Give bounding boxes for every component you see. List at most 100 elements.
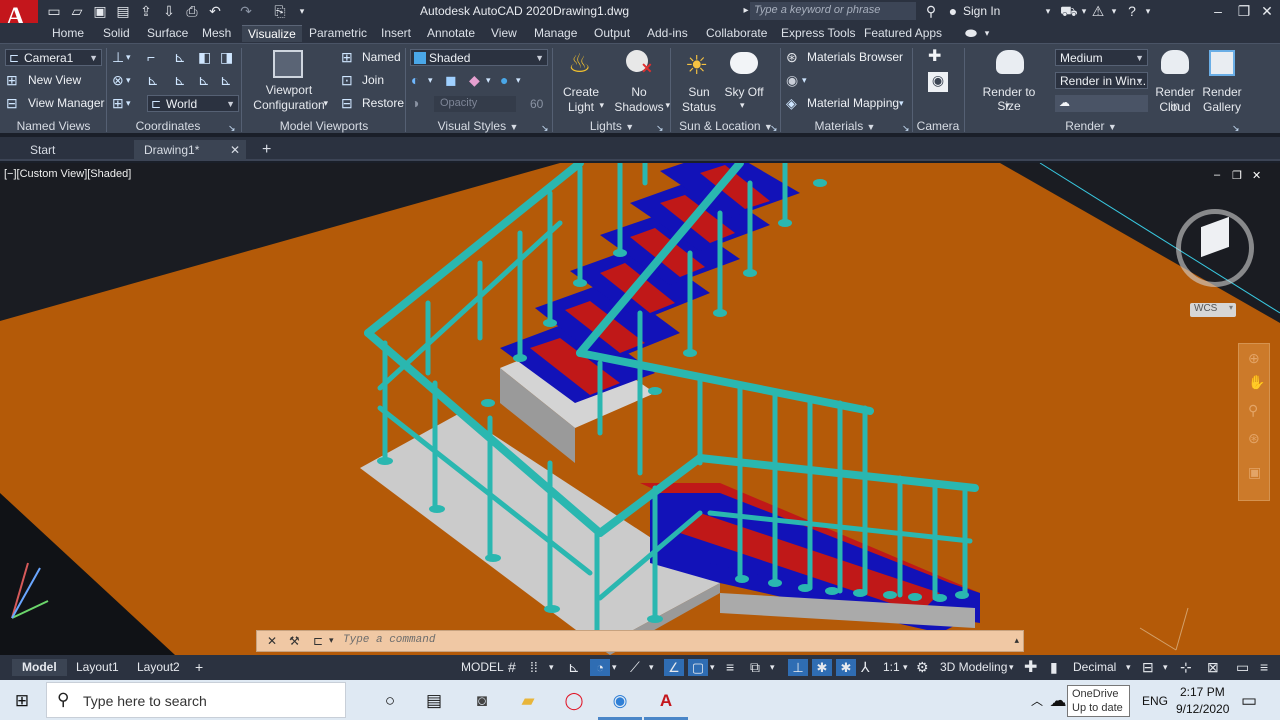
render-in-dropdown[interactable]: Render in Win... ▼ xyxy=(1055,72,1148,89)
showmotion-icon[interactable]: ▣ xyxy=(1248,464,1261,481)
add-layout-button[interactable]: + xyxy=(195,659,203,676)
clean-screen-icon[interactable]: ▭ xyxy=(1236,659,1249,676)
tab-drawing1[interactable]: Drawing1* ✕ xyxy=(134,140,246,160)
panel-label-materials[interactable]: Materials ▼ xyxy=(782,119,908,133)
help-search-input[interactable]: Type a keyword or phrase xyxy=(750,2,916,20)
ucs-previous-icon[interactable]: ⊾ xyxy=(147,72,159,88)
tab-output[interactable]: Output xyxy=(588,25,636,42)
autodesk-a360-icon[interactable]: ⚠ xyxy=(1090,3,1106,19)
auto-scale-icon[interactable]: ✱ xyxy=(836,659,856,676)
ucs-3point-icon[interactable]: ⊾ xyxy=(220,72,232,88)
command-expand-icon[interactable]: ▴ xyxy=(1014,635,1019,646)
ucs-view-icon[interactable]: ◨ xyxy=(220,49,233,65)
binoculars-icon[interactable]: ⚲ xyxy=(923,3,939,19)
join-viewports-icon[interactable]: ⊡ xyxy=(341,72,353,88)
orbit-icon[interactable]: ⊛ xyxy=(1248,430,1260,447)
materials-browser-button[interactable]: Materials Browser xyxy=(807,50,903,64)
ucs-icon[interactable]: ⊥ xyxy=(112,49,124,65)
save-icon[interactable]: ▣ xyxy=(92,3,108,19)
tab-parametric[interactable]: Parametric xyxy=(303,25,373,42)
face-color-dropdown-icon[interactable]: ▾ xyxy=(486,72,491,88)
clock-time[interactable]: 2:17 PM xyxy=(1180,685,1225,699)
dynamic-ucs-icon[interactable]: ⊥ xyxy=(788,659,808,676)
viewport-close-icon[interactable]: ✕ xyxy=(1252,169,1261,182)
ribbon-minimize-icon[interactable]: ⬬ xyxy=(963,25,979,41)
object-snap-tracking-icon[interactable]: ∠ xyxy=(664,659,684,676)
panel-launcher-icon[interactable]: ↘ xyxy=(1232,120,1240,136)
tab-express-tools[interactable]: Express Tools xyxy=(775,25,861,42)
view-manager-icon[interactable]: ⊟ xyxy=(6,95,18,111)
tab-mesh[interactable]: Mesh xyxy=(196,25,237,42)
panel-launcher-icon[interactable]: ↘ xyxy=(902,120,910,136)
create-camera-icon[interactable]: ✚ xyxy=(928,49,941,65)
units-dropdown-icon[interactable]: ▾ xyxy=(1126,659,1131,676)
tab-solid[interactable]: Solid xyxy=(97,25,136,42)
materials-attach-icon[interactable]: ◉ xyxy=(786,72,798,88)
named-viewports-button[interactable]: Named xyxy=(362,50,401,64)
selection-cycling-dropdown-icon[interactable]: ▾ xyxy=(770,659,775,676)
ucs-face-icon[interactable]: ◧ xyxy=(198,49,211,65)
ucs-origin-icon[interactable]: ⌐ xyxy=(147,49,155,65)
plus-icon[interactable]: ✚ xyxy=(1024,659,1037,676)
polar-dropdown-icon[interactable]: ▾ xyxy=(612,659,617,676)
annotation-scale-icon[interactable]: ⅄ xyxy=(861,659,870,676)
face-color-icon[interactable]: ◆ xyxy=(469,72,480,88)
help-dropdown-icon[interactable]: ▾ xyxy=(1140,3,1156,19)
ucs-dropdown-icon[interactable]: ▾ xyxy=(126,49,131,65)
ucs-y-icon[interactable]: ⊾ xyxy=(174,72,186,88)
opacity-input[interactable]: Opacity xyxy=(434,96,516,112)
print-icon[interactable]: ⎙ xyxy=(184,3,200,19)
ribbon-options-dropdown-icon[interactable]: ▾ xyxy=(979,25,995,41)
a360-dropdown-icon[interactable]: ▾ xyxy=(1106,3,1122,19)
open-folder-icon[interactable]: ▱ xyxy=(69,3,85,19)
minimize-window-icon[interactable]: ‒ xyxy=(1210,3,1226,19)
layout-tab-model[interactable]: Model xyxy=(12,659,67,676)
annotation-scale-value[interactable]: 1:1 xyxy=(883,659,900,676)
camera-app-icon[interactable]: ◙ xyxy=(471,690,493,712)
workspace-switch[interactable]: 3D Modeling xyxy=(940,659,1007,676)
save-as-icon[interactable]: ▤ xyxy=(115,3,131,19)
redo-icon[interactable]: ↷ xyxy=(238,3,254,19)
viewcube[interactable] xyxy=(1176,209,1254,287)
edge-effects-icon[interactable]: ◐ xyxy=(411,72,419,88)
isodraft-icon[interactable]: ⟋ xyxy=(630,659,640,676)
viewport-label[interactable]: [−][Custom View][Shaded] xyxy=(4,168,131,180)
layout-tab-layout2[interactable]: Layout2 xyxy=(137,659,180,676)
close-window-icon[interactable]: ✕ xyxy=(1259,3,1275,19)
panel-launcher-icon[interactable]: ↘ xyxy=(228,120,236,136)
sign-in-dropdown-icon[interactable]: ▾ xyxy=(1040,3,1056,19)
restore-window-icon[interactable]: ❐ xyxy=(1236,3,1252,19)
pan-hand-icon[interactable]: ✋ xyxy=(1248,374,1265,391)
ucs-properties-dropdown-icon[interactable]: ▾ xyxy=(126,95,131,111)
camera-dropdown[interactable]: ⊏ Camera1 ▼ xyxy=(5,49,102,66)
restore-viewports-icon[interactable]: ⊟ xyxy=(341,95,353,111)
language-indicator[interactable]: ENG xyxy=(1142,694,1168,708)
steering-wheel-icon[interactable]: ⊕ xyxy=(1248,350,1260,367)
autodesk-app-store-icon[interactable]: ⛟ xyxy=(1060,3,1078,19)
isolate-objects-icon[interactable]: ⊠ xyxy=(1207,659,1219,676)
action-center-icon[interactable]: ▭ xyxy=(1238,690,1260,712)
sky-off-button[interactable]: Sky Off ▾ xyxy=(722,48,766,116)
environment-dropdown-icon[interactable]: ▾ xyxy=(516,72,521,88)
lineweight-icon[interactable]: ≡ xyxy=(726,659,734,676)
user-icon[interactable]: ● xyxy=(945,3,961,19)
ucs-named-dropdown-icon[interactable]: ▾ xyxy=(126,72,131,88)
lock-ui-icon[interactable]: ⊹ xyxy=(1180,659,1192,676)
create-light-button[interactable]: ♨ Create Light ▾ xyxy=(558,48,604,116)
workspace-dropdown-icon[interactable]: ▾ xyxy=(1009,659,1014,676)
render-gallery-button[interactable]: Render Gallery xyxy=(1200,48,1244,116)
new-view-button[interactable]: New View xyxy=(28,73,81,87)
opera-browser-icon[interactable]: ◯ xyxy=(563,690,585,712)
show-hidden-icons-chevron[interactable]: ︿ xyxy=(1026,690,1048,712)
units-value[interactable]: Decimal xyxy=(1073,659,1116,676)
command-prompt-icon[interactable]: ⊏ xyxy=(313,634,323,648)
units-icon[interactable]: ▮ xyxy=(1050,659,1058,676)
command-close-icon[interactable]: ✕ xyxy=(267,634,277,648)
windows-start-icon[interactable]: ⊞ xyxy=(11,690,33,712)
tab-manage[interactable]: Manage xyxy=(528,25,583,42)
material-mapping-button[interactable]: Material Mapping xyxy=(807,96,899,110)
panel-label-visual-styles[interactable]: Visual Styles ▼ xyxy=(408,119,548,133)
face-style-icon[interactable]: ◼ xyxy=(445,72,457,88)
selection-cycling-icon[interactable]: ⧉ xyxy=(750,659,760,676)
named-viewports-icon[interactable]: ⊞ xyxy=(341,49,353,65)
